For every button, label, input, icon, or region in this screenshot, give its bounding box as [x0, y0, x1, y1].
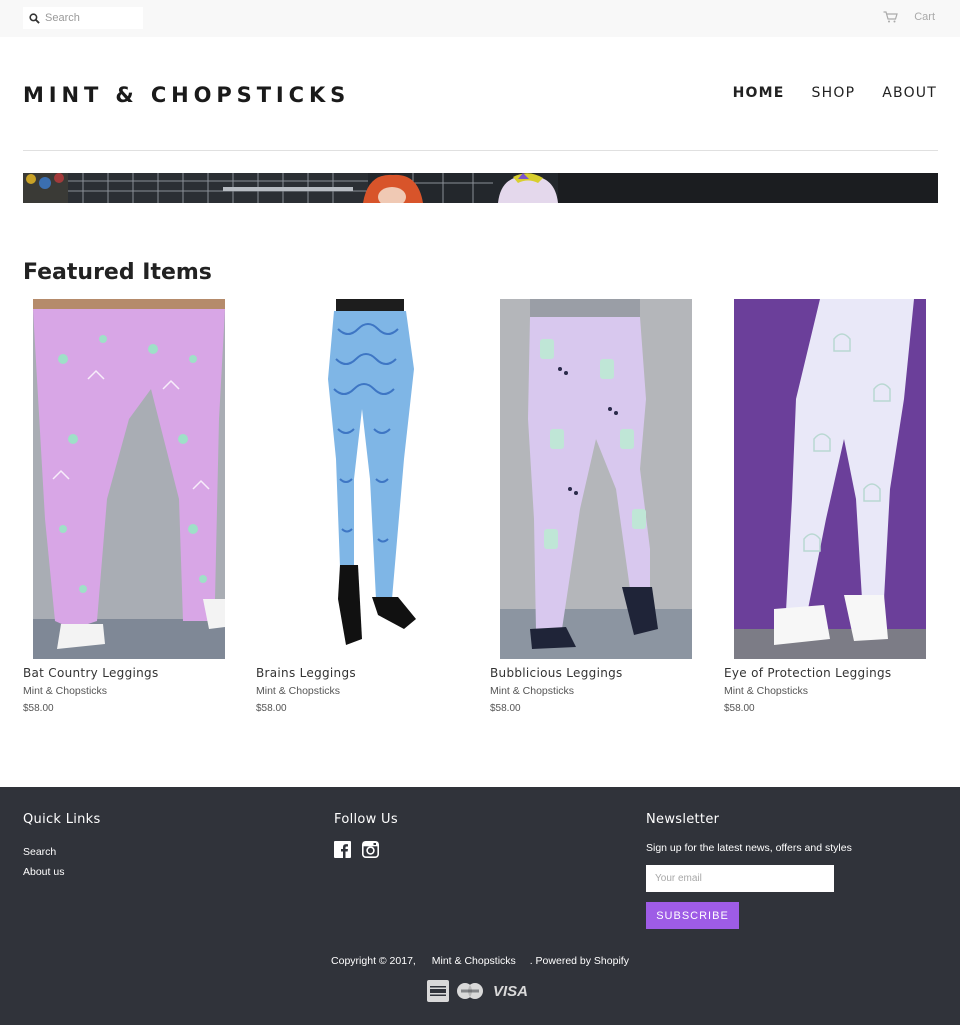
- product-name[interactable]: Brains Leggings: [256, 666, 476, 680]
- newsletter-title: Newsletter: [646, 812, 720, 827]
- footer-link-search[interactable]: Search: [23, 842, 64, 862]
- top-bar: Cart: [0, 0, 960, 37]
- newsletter-email-input[interactable]: [646, 865, 834, 892]
- featured-items-title: Featured Items: [23, 260, 212, 285]
- product-image[interactable]: [734, 299, 926, 659]
- mastercard-icon: [457, 983, 483, 999]
- powered-by-shopify-link[interactable]: . Powered by Shopify: [530, 955, 629, 967]
- product-vendor: Mint & Chopsticks: [23, 685, 108, 697]
- product-image[interactable]: [266, 299, 458, 659]
- footer-link-about[interactable]: About us: [23, 862, 64, 882]
- product-image[interactable]: [500, 299, 692, 659]
- product-name[interactable]: Bubblicious Leggings: [490, 666, 710, 680]
- follow-us-title: Follow Us: [334, 812, 398, 827]
- search-icon: [29, 12, 40, 24]
- quick-links: Search About us: [23, 842, 64, 882]
- nav-home[interactable]: HOME: [733, 85, 785, 101]
- newsletter-text: Sign up for the latest news, offers and …: [646, 842, 852, 854]
- brains-leggings-image: [266, 299, 458, 659]
- copyright-store-link[interactable]: Mint & Chopsticks: [432, 955, 516, 967]
- quick-links-title: Quick Links: [23, 812, 101, 827]
- product-price: $58.00: [490, 703, 521, 714]
- copyright-prefix: Copyright © 2017,: [331, 955, 416, 967]
- bubblicious-leggings-image: [500, 299, 692, 659]
- bat-country-leggings-image: [33, 299, 225, 659]
- search-box[interactable]: [23, 7, 143, 29]
- visa-icon: VISA: [493, 982, 529, 1000]
- site-footer: Quick Links Search About us Follow Us Ne…: [0, 787, 960, 1025]
- header-divider: [23, 150, 938, 151]
- cart-icon: [883, 11, 899, 23]
- product-card[interactable]: Brains Leggings Mint & Chopsticks $58.00: [256, 299, 476, 714]
- product-price: $58.00: [256, 703, 287, 714]
- product-name[interactable]: Bat Country Leggings: [23, 666, 243, 680]
- product-card[interactable]: Bubblicious Leggings Mint & Chopsticks $…: [490, 299, 710, 714]
- product-vendor: Mint & Chopsticks: [256, 685, 341, 697]
- main-nav: HOME SHOP ABOUT: [733, 85, 937, 101]
- cart-link[interactable]: Cart: [883, 11, 935, 23]
- banner-image: [23, 173, 938, 203]
- site-logo[interactable]: MINT & CHOPSTICKS: [23, 83, 350, 107]
- search-input[interactable]: [45, 12, 135, 24]
- facebook-icon[interactable]: [334, 841, 351, 858]
- product-vendor: Mint & Chopsticks: [490, 685, 575, 697]
- product-card[interactable]: Bat Country Leggings Mint & Chopsticks $…: [23, 299, 243, 714]
- subscribe-button[interactable]: SUBSCRIBE: [646, 902, 739, 929]
- hero-banner[interactable]: [23, 173, 938, 203]
- product-vendor: Mint & Chopsticks: [724, 685, 809, 697]
- social-links: [334, 841, 379, 858]
- product-card[interactable]: Eye of Protection Leggings Mint & Chopst…: [724, 299, 944, 714]
- american-express-icon: [427, 980, 449, 1002]
- nav-about[interactable]: ABOUT: [882, 85, 937, 101]
- eye-of-protection-leggings-image: [734, 299, 926, 659]
- payment-methods: VISA: [427, 980, 528, 1002]
- product-price: $58.00: [23, 703, 54, 714]
- copyright: Copyright © 2017, Mint & Chopsticks . Po…: [0, 955, 960, 967]
- instagram-icon[interactable]: [362, 841, 379, 858]
- product-price: $58.00: [724, 703, 755, 714]
- product-image[interactable]: [33, 299, 225, 659]
- product-name[interactable]: Eye of Protection Leggings: [724, 666, 944, 680]
- cart-label: Cart: [914, 11, 935, 23]
- nav-shop[interactable]: SHOP: [812, 85, 856, 101]
